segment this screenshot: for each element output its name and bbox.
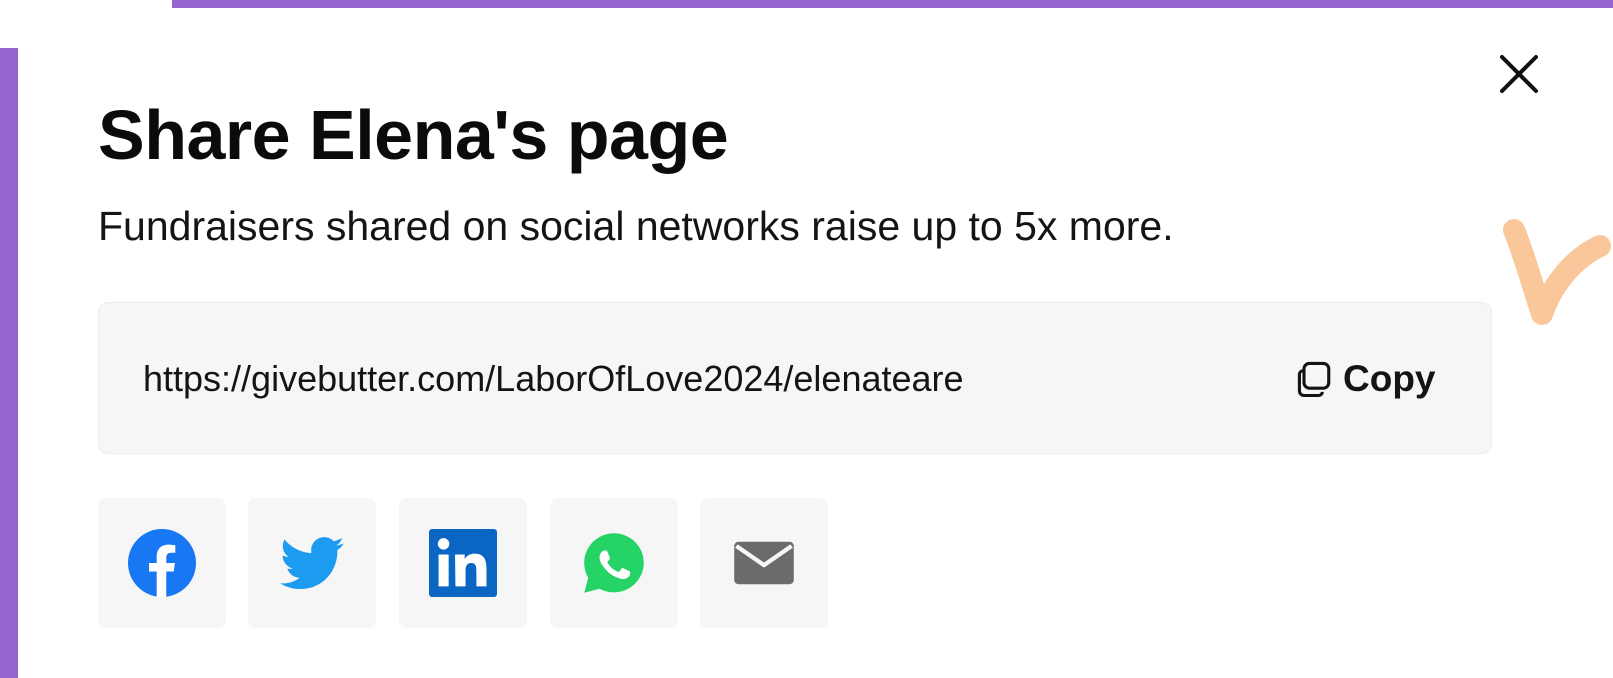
copy-icon xyxy=(1297,361,1331,398)
whatsapp-icon xyxy=(584,533,644,593)
background-accent-bar-left xyxy=(0,48,18,678)
modal-subtitle: Fundraisers shared on social networks ra… xyxy=(98,203,1174,249)
copy-link-button[interactable]: Copy xyxy=(1293,353,1436,405)
share-linkedin-button[interactable] xyxy=(399,498,527,628)
share-link-url[interactable]: https://givebutter.com/LaborOfLove2024/e… xyxy=(143,355,964,403)
twitter-icon xyxy=(280,537,344,590)
share-email-button[interactable] xyxy=(700,498,828,628)
share-facebook-button[interactable] xyxy=(98,498,226,628)
linkedin-icon xyxy=(429,529,497,597)
email-icon xyxy=(734,541,794,585)
share-modal: Share Elena's page Fundraisers shared on… xyxy=(18,8,1613,678)
facebook-icon xyxy=(128,529,196,597)
background-accent-bar-top xyxy=(172,0,1613,8)
decorative-brush-stroke xyxy=(1503,219,1611,325)
share-whatsapp-button[interactable] xyxy=(550,498,678,628)
share-twitter-button[interactable] xyxy=(248,498,376,628)
modal-title: Share Elena's page xyxy=(98,96,729,174)
share-link-box: https://givebutter.com/LaborOfLove2024/e… xyxy=(98,302,1492,454)
close-icon xyxy=(1500,55,1538,93)
close-button[interactable] xyxy=(1495,50,1543,98)
copy-label: Copy xyxy=(1343,358,1436,399)
